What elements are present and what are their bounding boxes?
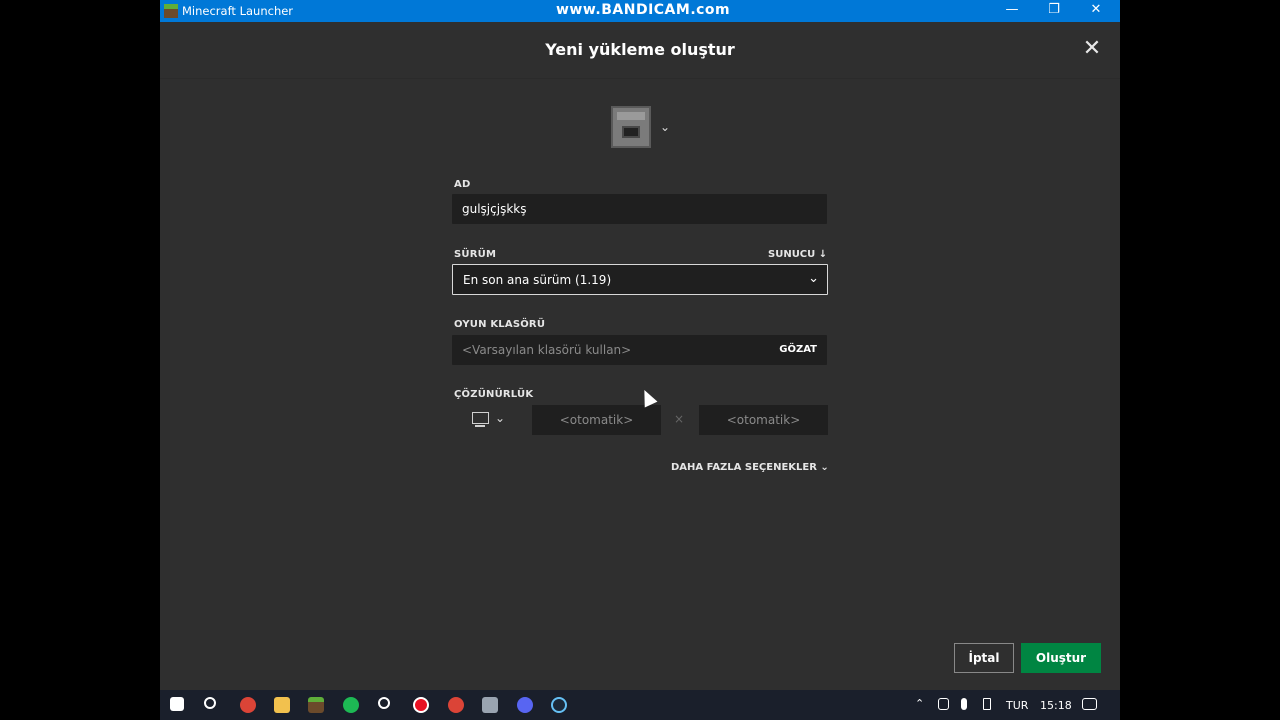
- version-value: En son ana sürüm (1.19): [463, 273, 612, 287]
- browse-button[interactable]: GÖZAT: [779, 344, 817, 355]
- times-sign: ×: [674, 412, 685, 426]
- minecraft-taskbar-icon[interactable]: [308, 697, 324, 713]
- height-input[interactable]: <otomatik>: [699, 405, 828, 435]
- window-close-button[interactable]: ✕: [1074, 0, 1118, 22]
- width-input[interactable]: <otomatik>: [532, 405, 661, 435]
- window-titlebar: Minecraft Launcher www.BANDICAM.com — ❐ …: [160, 0, 1120, 22]
- name-value: gulşjçjşkkş: [462, 202, 527, 216]
- launcher-screen: Minecraft Launcher www.BANDICAM.com — ❐ …: [160, 0, 1120, 720]
- minimize-button[interactable]: —: [990, 0, 1034, 22]
- minecraft-grass-icon: [164, 4, 178, 18]
- search-icon[interactable]: [204, 697, 216, 709]
- furnace-mouth: [622, 126, 640, 138]
- folder-placeholder: <Varsayılan klasörü kullan>: [462, 343, 632, 357]
- discord-icon[interactable]: [517, 697, 533, 713]
- icon-chevron-down-icon[interactable]: ⌄: [660, 120, 670, 134]
- name-input[interactable]: gulşjçjşkkş: [452, 194, 827, 224]
- furnace-icon[interactable]: [611, 106, 651, 148]
- create-button[interactable]: Oluştur: [1021, 643, 1101, 673]
- chrome-icon-2[interactable]: [448, 697, 464, 713]
- clock[interactable]: 15:18: [1040, 699, 1072, 712]
- chevron-down-icon: ⌄: [808, 271, 819, 286]
- microphone-icon[interactable]: [961, 698, 967, 710]
- resolution-label: ÇÖZÜNÜRLÜK: [454, 389, 534, 400]
- language-indicator[interactable]: TUR: [1006, 699, 1028, 712]
- furnace-top: [617, 112, 645, 120]
- spotify-icon[interactable]: [343, 697, 359, 713]
- server-download-link[interactable]: SUNUCU ↓: [768, 249, 827, 260]
- monitor-icon[interactable]: [472, 412, 489, 427]
- game-folder-label: OYUN KLASÖRÜ: [454, 319, 546, 330]
- chrome-icon[interactable]: [240, 697, 256, 713]
- dialog-close-icon[interactable]: ✕: [1080, 38, 1104, 62]
- cancel-button[interactable]: İptal: [954, 643, 1014, 673]
- more-options-toggle[interactable]: DAHA FAZLA SEÇENEKLER ⌄: [671, 462, 829, 473]
- windows-taskbar: ⌃ TUR 15:18: [160, 690, 1120, 720]
- notifications-icon[interactable]: [1082, 698, 1097, 710]
- window-title: Minecraft Launcher: [182, 4, 294, 18]
- file-explorer-icon[interactable]: [274, 697, 290, 713]
- settings-gear-icon[interactable]: [378, 697, 390, 709]
- dialog-title: Yeni yükleme oluştur: [545, 40, 735, 59]
- steam-icon[interactable]: [551, 697, 567, 713]
- resolution-chevron-down-icon[interactable]: ⌄: [495, 411, 505, 425]
- tray-chevron-up-icon[interactable]: ⌃: [915, 697, 931, 713]
- version-label: SÜRÜM: [454, 249, 497, 260]
- name-label: AD: [454, 179, 471, 190]
- usb-device-icon[interactable]: [983, 698, 991, 710]
- meet-now-icon[interactable]: [938, 698, 949, 710]
- bandicam-record-icon[interactable]: [413, 697, 429, 713]
- windows-start-icon[interactable]: [170, 697, 184, 711]
- bandicam-watermark: www.BANDICAM.com: [556, 2, 731, 18]
- version-select[interactable]: En son ana sürüm (1.19) ⌄: [452, 264, 828, 295]
- network-app-icon[interactable]: [482, 697, 498, 713]
- game-folder-input[interactable]: <Varsayılan klasörü kullan> GÖZAT: [452, 335, 827, 365]
- restore-button[interactable]: ❐: [1032, 0, 1076, 22]
- header-divider: [160, 78, 1120, 79]
